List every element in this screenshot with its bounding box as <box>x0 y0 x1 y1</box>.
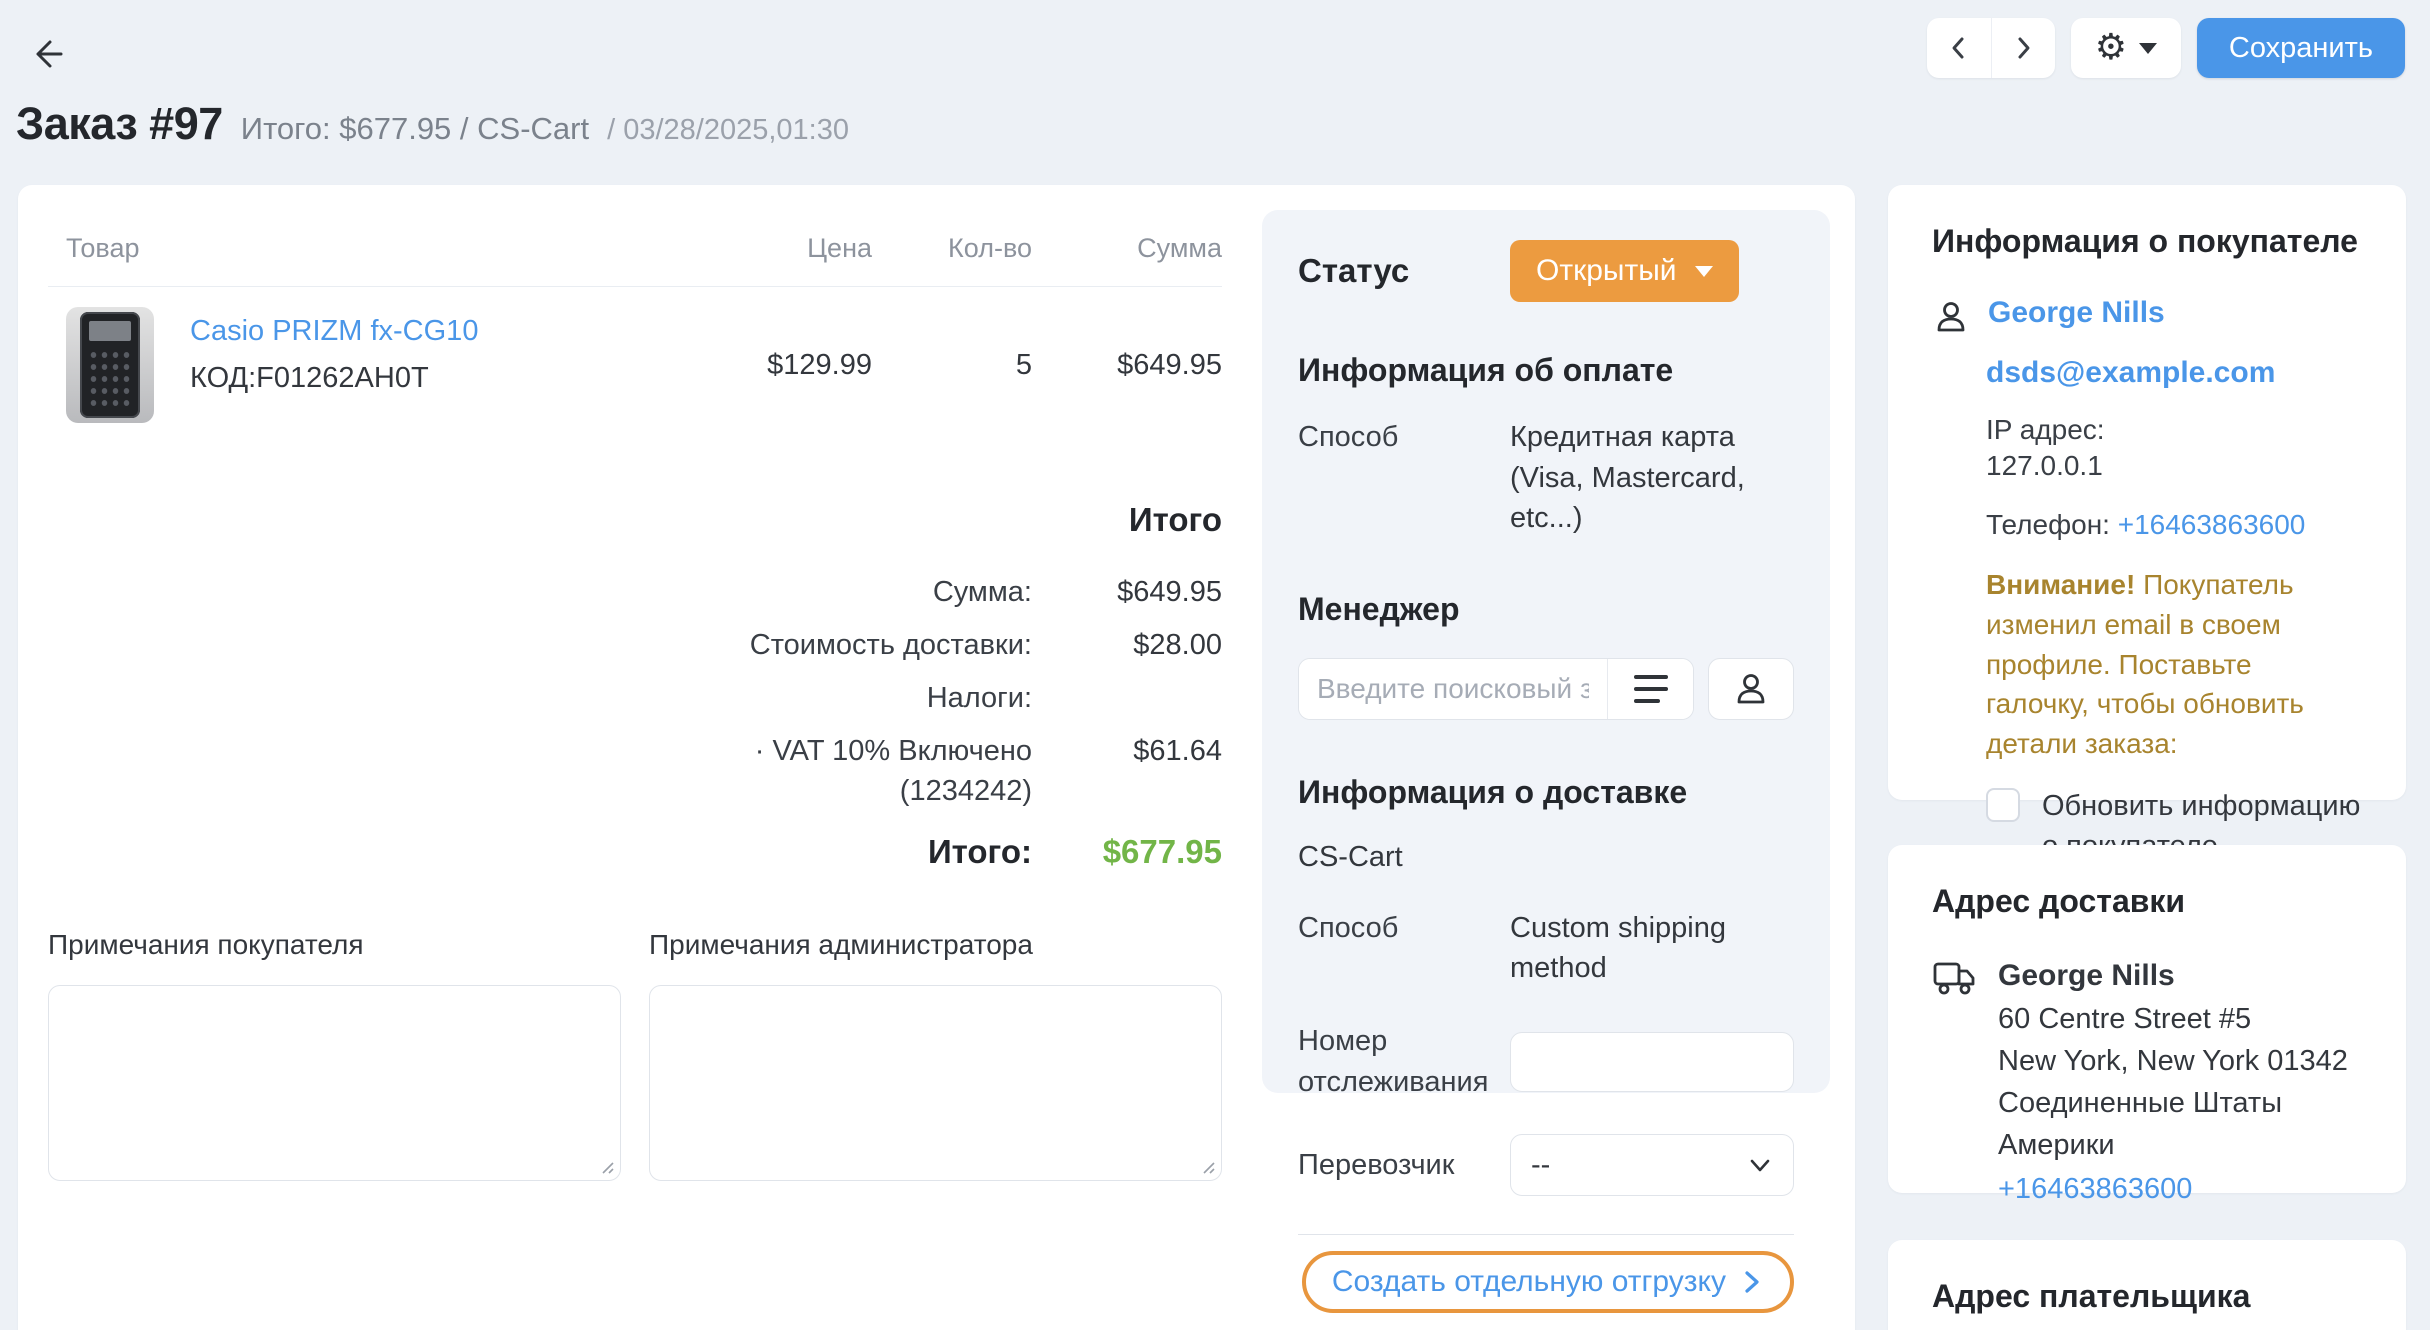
email-change-warning: Внимание! Покупатель изменил email в сво… <box>1986 565 2362 764</box>
shipping-info-header: Информация о доставке <box>1298 774 1794 811</box>
column-sum: Сумма <box>1032 233 1222 264</box>
arrow-left-icon <box>28 34 68 74</box>
panel-divider <box>1298 1234 1794 1235</box>
manager-list-button[interactable] <box>1607 659 1693 719</box>
totals-vat: · VAT 10% Включено (1234242) $61.64 <box>662 732 1222 810</box>
customer-info-card: Информация о покупателе George Nills dsd… <box>1888 185 2406 800</box>
chevron-right-icon <box>2010 35 2036 61</box>
admin-notes-block: Примечания администратора <box>649 929 1222 1181</box>
shipping-country: Соединенные Штаты Америки <box>1998 1082 2362 1166</box>
payment-info-header: Информация об оплате <box>1298 352 1794 389</box>
shipping-city: New York, New York 01342 <box>1998 1040 2362 1082</box>
carrier-select[interactable]: -- <box>1510 1134 1794 1196</box>
column-qty: Кол-во <box>872 233 1032 264</box>
totals-taxes: Налоги: <box>662 679 1222 718</box>
shipping-address-header: Адрес доставки <box>1932 883 2362 920</box>
product-price: $129.99 <box>702 349 872 382</box>
assign-manager-button[interactable] <box>1708 658 1794 720</box>
shipping-street: 60 Centre Street #5 <box>1998 998 2362 1040</box>
payment-method-row: Способ Кредитная карта (Visa, Mastercard… <box>1298 417 1794 539</box>
chevron-left-icon <box>1946 35 1972 61</box>
person-icon <box>1732 670 1770 708</box>
column-product: Товар <box>66 233 702 264</box>
order-status-panel: Статус Открытый Информация об оплате Спо… <box>1262 210 1830 1093</box>
totals-subtotal: Сумма: $649.95 <box>662 573 1222 612</box>
page-header: Заказ #97 Итого: $677.95 / CS-Cart / 03/… <box>16 98 849 150</box>
status-label: Статус <box>1298 252 1510 290</box>
customer-phone-link[interactable]: +16463863600 <box>2118 509 2306 540</box>
tracking-number-row: Номер отслеживания <box>1298 1021 1794 1102</box>
customer-name-link[interactable]: George Nills <box>1988 296 2165 330</box>
table-row: Casio PRIZM fx-CG10 КОД:F01262AH0T $129.… <box>48 287 1222 449</box>
carrier-row: Перевозчик -- <box>1298 1134 1794 1196</box>
shipping-address-card: Адрес доставки George Nills 60 Centre St… <box>1888 845 2406 1193</box>
products-table-header: Товар Цена Кол-во Сумма <box>48 215 1222 286</box>
topbar-actions: ⚙︎ Сохранить <box>1927 18 2405 78</box>
settings-dropdown-button[interactable]: ⚙︎ <box>2071 18 2181 78</box>
customer-ip: IP адрес: 127.0.0.1 <box>1986 412 2362 485</box>
billing-address-card: Адрес плательщика <box>1888 1240 2406 1330</box>
product-thumbnail <box>66 307 154 423</box>
shipping-group-name: CS-Cart <box>1298 841 1794 874</box>
caret-down-icon <box>2139 43 2157 54</box>
chevron-down-icon <box>1747 1152 1773 1178</box>
shipping-method-row: Способ Custom shipping method <box>1298 908 1794 989</box>
manager-header: Менеджер <box>1298 591 1794 628</box>
create-shipment-highlight[interactable]: Создать отдельную отгрузку <box>1302 1251 1794 1313</box>
shipping-name: George Nills <box>1998 954 2362 998</box>
chevron-right-icon <box>1740 1268 1764 1296</box>
back-button[interactable] <box>28 34 68 74</box>
order-totals: Итого Сумма: $649.95 Стоимость доставки:… <box>662 501 1222 871</box>
product-code: КОД:F01262AH0T <box>190 362 478 395</box>
billing-address-header: Адрес плательщика <box>1932 1278 2362 1315</box>
product-name-link[interactable]: Casio PRIZM fx-CG10 <box>190 315 478 348</box>
product-sum: $649.95 <box>1032 349 1222 382</box>
customer-phone: Телефон: +16463863600 <box>1986 507 2362 543</box>
manager-search-input[interactable] <box>1299 659 1607 719</box>
page-subtitle-date: / 03/28/2025,01:30 <box>607 114 849 147</box>
admin-notes-label: Примечания администратора <box>649 929 1222 961</box>
person-icon <box>1932 298 1970 336</box>
column-price: Цена <box>702 233 872 264</box>
update-customer-info-checkbox[interactable] <box>1986 788 2020 822</box>
next-order-button[interactable] <box>1991 18 2055 78</box>
totals-shipping: Стоимость доставки: $28.00 <box>662 626 1222 665</box>
truck-icon <box>1932 958 1978 998</box>
product-qty: 5 <box>872 349 1032 382</box>
save-button[interactable]: Сохранить <box>2197 18 2405 78</box>
grand-total-value: $677.95 <box>1032 833 1222 871</box>
list-icon <box>1634 675 1668 679</box>
order-nav-group <box>1927 18 2055 78</box>
admin-notes-textarea[interactable] <box>649 985 1222 1181</box>
tracking-number-input[interactable] <box>1510 1032 1794 1092</box>
customer-info-header: Информация о покупателе <box>1932 223 2362 260</box>
gear-icon: ⚙︎ <box>2095 30 2127 66</box>
totals-grand: Итого: $677.95 <box>662 833 1222 871</box>
totals-header: Итого <box>662 501 1222 539</box>
manager-search-group <box>1298 658 1694 720</box>
previous-order-button[interactable] <box>1927 18 1991 78</box>
caret-down-icon <box>1695 266 1713 277</box>
customer-notes-block: Примечания покупателя <box>48 929 621 1181</box>
customer-email-link[interactable]: dsds@example.com <box>1986 356 2275 390</box>
page-title: Заказ #97 <box>16 98 223 150</box>
shipping-phone-link[interactable]: +16463863600 <box>1998 1168 2192 1210</box>
create-shipment-link[interactable]: Создать отдельную отгрузку <box>1332 1265 1726 1299</box>
customer-notes-textarea[interactable] <box>48 985 621 1181</box>
order-card: Товар Цена Кол-во Сумма Casio PRIZM f <box>18 185 1855 1330</box>
page-subtitle: Итого: $677.95 / CS-Cart <box>241 111 589 147</box>
status-dropdown-button[interactable]: Открытый <box>1510 240 1739 302</box>
customer-notes-label: Примечания покупателя <box>48 929 621 961</box>
